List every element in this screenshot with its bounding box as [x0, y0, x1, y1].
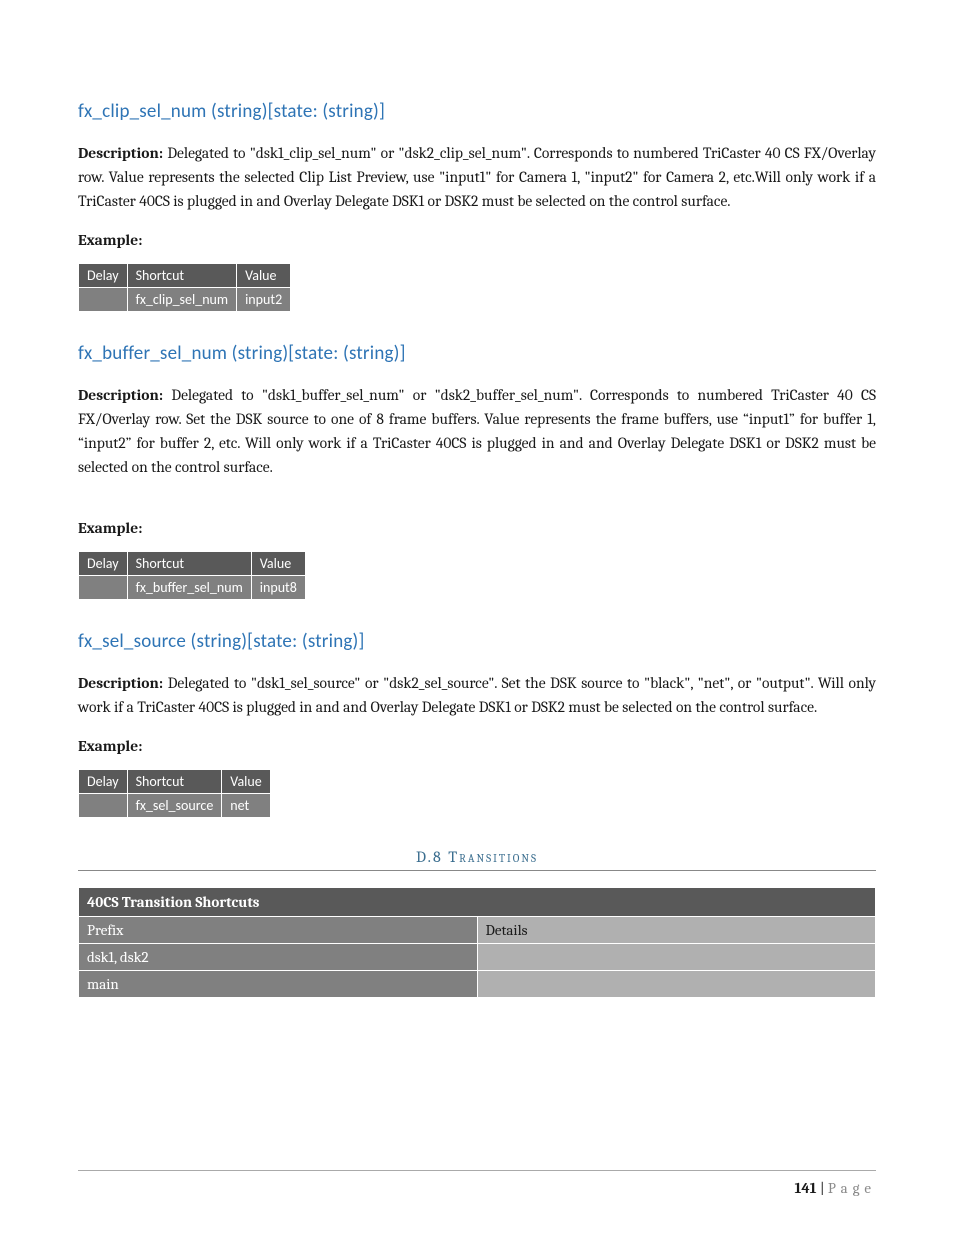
- transitions-table: 40CS Transition Shortcuts Prefix Details…: [78, 887, 876, 998]
- description-body: Delegated to "dsk1_clip_sel_num" or "dsk…: [78, 144, 876, 210]
- spacer: [78, 497, 876, 519]
- description-label: Description:: [78, 386, 163, 404]
- cell-shortcut: fx_sel_source: [127, 794, 222, 818]
- cell-details: [477, 971, 876, 998]
- example-label: Example:: [78, 231, 876, 249]
- col-delay: Delay: [79, 264, 128, 288]
- col-delay: Delay: [79, 770, 128, 794]
- footer-sep: |: [817, 1179, 828, 1197]
- page-content: fx_clip_sel_num (string)[state: (string)…: [0, 0, 954, 998]
- example-label: Example:: [78, 737, 876, 755]
- command-description: Description: Delegated to "dsk1_buffer_s…: [78, 383, 876, 479]
- cell-shortcut: fx_clip_sel_num: [127, 288, 237, 312]
- command-heading: fx_sel_source (string)[state: (string)]: [78, 630, 876, 653]
- table-header-row: Delay Shortcut Value: [79, 552, 306, 576]
- cell-delay: [79, 288, 128, 312]
- section-header-transitions: D.8 Transitions: [78, 848, 876, 871]
- footer-divider: [78, 1170, 876, 1171]
- command-section: fx_clip_sel_num (string)[state: (string)…: [78, 100, 876, 312]
- description-label: Description:: [78, 674, 163, 692]
- command-section: fx_buffer_sel_num (string)[state: (strin…: [78, 342, 876, 600]
- col-shortcut: Shortcut: [127, 264, 237, 288]
- transitions-title-row: 40CS Transition Shortcuts: [79, 888, 876, 917]
- page-footer: 141 | Page: [795, 1179, 876, 1197]
- col-prefix: Prefix: [79, 917, 478, 944]
- example-label: Example:: [78, 519, 876, 537]
- footer-word: Page: [828, 1179, 876, 1197]
- description-body: Delegated to "dsk1_buffer_sel_num" or "d…: [78, 386, 876, 476]
- table-row: fx_clip_sel_num input2: [79, 288, 291, 312]
- example-table: Delay Shortcut Value fx_buffer_sel_num i…: [78, 551, 306, 600]
- command-section: fx_sel_source (string)[state: (string)] …: [78, 630, 876, 818]
- cell-prefix: dsk1, dsk2: [79, 944, 478, 971]
- col-value: Value: [251, 552, 305, 576]
- description-label: Description:: [78, 144, 163, 162]
- table-row: dsk1, dsk2: [79, 944, 876, 971]
- col-value: Value: [237, 264, 291, 288]
- table-row: main: [79, 971, 876, 998]
- cell-value: input8: [251, 576, 305, 600]
- col-delay: Delay: [79, 552, 128, 576]
- example-table: Delay Shortcut Value fx_sel_source net: [78, 769, 271, 818]
- command-heading: fx_buffer_sel_num (string)[state: (strin…: [78, 342, 876, 365]
- table-row: fx_buffer_sel_num input8: [79, 576, 306, 600]
- col-shortcut: Shortcut: [127, 552, 251, 576]
- col-shortcut: Shortcut: [127, 770, 222, 794]
- cell-delay: [79, 794, 128, 818]
- cell-delay: [79, 576, 128, 600]
- cell-value: input2: [237, 288, 291, 312]
- cell-prefix: main: [79, 971, 478, 998]
- cell-details: [477, 944, 876, 971]
- example-table: Delay Shortcut Value fx_clip_sel_num inp…: [78, 263, 291, 312]
- command-heading: fx_clip_sel_num (string)[state: (string)…: [78, 100, 876, 123]
- transitions-title: 40CS Transition Shortcuts: [79, 888, 876, 917]
- transitions-header-row: Prefix Details: [79, 917, 876, 944]
- command-description: Description: Delegated to "dsk1_clip_sel…: [78, 141, 876, 213]
- col-details: Details: [477, 917, 876, 944]
- page-number: 141: [795, 1179, 817, 1197]
- command-description: Description: Delegated to "dsk1_sel_sour…: [78, 671, 876, 719]
- cell-shortcut: fx_buffer_sel_num: [127, 576, 251, 600]
- table-header-row: Delay Shortcut Value: [79, 770, 271, 794]
- table-header-row: Delay Shortcut Value: [79, 264, 291, 288]
- table-row: fx_sel_source net: [79, 794, 271, 818]
- description-body: Delegated to "dsk1_sel_source" or "dsk2_…: [78, 674, 876, 716]
- col-value: Value: [222, 770, 270, 794]
- cell-value: net: [222, 794, 270, 818]
